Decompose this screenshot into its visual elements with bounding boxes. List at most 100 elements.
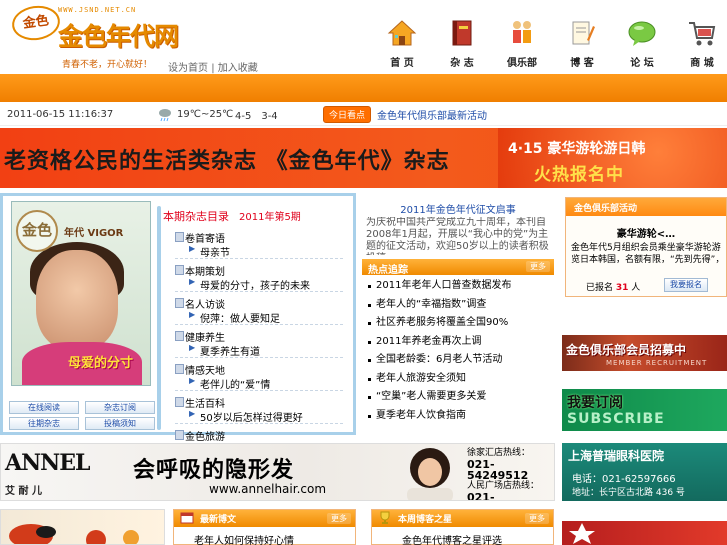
toc-section-title[interactable]: 情感天地: [175, 362, 225, 377]
link-separator: |: [211, 63, 215, 74]
toc-section-title[interactable]: 生活百科: [175, 395, 225, 410]
phone-number: 021-63528095: [467, 491, 495, 501]
wind-level: 4-5 3-4: [235, 111, 278, 122]
blog-star-box: 本周博客之星 更多 金色年代博客之星评选: [371, 509, 554, 545]
register-button[interactable]: 我要报名: [664, 278, 708, 292]
toc-section-title[interactable]: 本期策划: [175, 263, 225, 278]
toc-section: 健康养生 夏季养生有道: [175, 329, 343, 362]
bottom-right-ad[interactable]: [562, 521, 727, 545]
top-banner-ad[interactable]: 老资格公民的生活类杂志 《金色年代》杂志 4·15 豪华游轮游日韩 火热报名中: [0, 128, 727, 188]
toc-article-link[interactable]: 母亲节: [189, 244, 230, 259]
registration-count: 已报名 31 人: [586, 280, 640, 293]
trophy-icon: [380, 511, 390, 524]
eye-hospital-ad[interactable]: 上海普瑞眼科医院 电话：021-62597666 地址：长宁区古北路 436 号: [562, 443, 727, 501]
notice-link[interactable]: 金色年代俱乐部最新活动: [377, 107, 487, 122]
logo-badge[interactable]: 金色: [9, 2, 63, 44]
toc-section-title[interactable]: 名人访谈: [175, 296, 225, 311]
latest-blog-more-button[interactable]: 更多: [327, 513, 351, 524]
read-online-button[interactable]: 在线阅读: [9, 401, 79, 414]
toc-section: 本期策划 母爱的分寸，孩子的未来: [175, 263, 343, 296]
nav-label: 首 页: [390, 58, 414, 69]
blog-star-title: 本周博客之星: [398, 515, 453, 525]
list-item[interactable]: 老年人旅游安全须知: [368, 370, 552, 389]
annel-phones: 徐家汇店热线： 021-54249512 人民广场店热线： 021-635280…: [467, 448, 554, 501]
hospital-phone: 电话：021-62597666: [572, 474, 676, 485]
list-item[interactable]: 2011年养老金再次上调: [368, 333, 552, 352]
list-item[interactable]: “空巢”老人需要更多关爱: [368, 388, 552, 407]
nav-item-blog[interactable]: 博 客: [552, 18, 612, 69]
toc-divider: [175, 390, 343, 391]
toc-article-link[interactable]: 50岁以后怎样过得更好: [189, 409, 303, 424]
toc-article-link[interactable]: 夏季养生有道: [189, 343, 260, 358]
hot-topics-header: 热点追踪 更多: [362, 259, 554, 276]
papercut-art-image[interactable]: [0, 509, 165, 545]
cruise-promo[interactable]: 4·15 豪华游轮游日韩 火热报名中: [498, 128, 727, 188]
annel-brand: ANNEL: [5, 450, 91, 476]
list-item[interactable]: 2011年老年人口普查数据发布: [368, 277, 552, 296]
nav-item-shop[interactable]: 商 城: [672, 18, 727, 69]
list-item[interactable]: 老年人的“幸福指数”调查: [368, 296, 552, 315]
site-logo[interactable]: 金色年代网: [58, 17, 179, 53]
past-issues-button[interactable]: 往期杂志: [9, 417, 79, 430]
nav-item-forum[interactable]: 论 坛: [612, 18, 672, 69]
club-activity-title: 金色俱乐部活动: [574, 204, 638, 214]
annel-hair-ad[interactable]: ANNEL 艾 耐 儿 会呼吸的隐形发 www.annelhair.com 徐家…: [0, 443, 555, 501]
toc-section: 情感天地 老伴儿的“爱”情: [175, 362, 343, 395]
toc-article-link[interactable]: 倪萍：做人要知足: [189, 310, 280, 325]
list-item[interactable]: 金色年代博客之星评选: [402, 532, 502, 545]
magazine-divider: [157, 206, 161, 430]
nav-item-magazine[interactable]: 杂 志: [432, 18, 492, 69]
site-slogan: 青春不老，开心就好！: [62, 60, 153, 70]
subscribe-title: 我要订阅: [567, 395, 623, 411]
toc-section: 生活百科 50岁以后怎样过得更好: [175, 395, 343, 428]
add-favorite-link[interactable]: 加入收藏: [218, 63, 258, 74]
annel-slogan: 会呼吸的隐形发: [133, 458, 295, 483]
recruit-title: 金色俱乐部会员招募中: [566, 343, 687, 357]
hot-topics-title: 热点追踪: [368, 265, 408, 276]
nav-label: 商 城: [690, 58, 714, 69]
nav-item-club[interactable]: 俱乐部: [492, 18, 552, 69]
current-datetime: 2011-06-15 11:16:37: [7, 109, 114, 120]
latest-blog-box: 最新博文 更多 老年人如何保持好心情: [173, 509, 356, 545]
hospital-address: 地址：长宁区古北路 436 号: [572, 488, 685, 498]
blog-star-more-button[interactable]: 更多: [525, 513, 549, 524]
cover-title: 母爱的分寸: [68, 356, 134, 371]
temperature: 19℃~25℃: [177, 109, 234, 120]
list-item[interactable]: 全国老龄委：6月老人节活动: [368, 351, 552, 370]
cover-photo-face: [36, 250, 118, 350]
list-item[interactable]: 社区养老服务将覆盖全国90%: [368, 314, 552, 333]
registered-label: 已报名: [586, 283, 614, 293]
info-bar: 2011-06-15 11:16:37 19℃~25℃ 4-5 3-4 今日看点…: [0, 104, 727, 126]
phone-label: 人民广场店热线：: [467, 481, 540, 491]
list-item[interactable]: 夏季老年人饮食指南: [368, 407, 552, 426]
orange-nav-bar: [0, 74, 727, 102]
featured-article-title[interactable]: 2011年金色年代征文启事: [362, 201, 554, 216]
list-item[interactable]: 老年人如何保持好心情: [194, 532, 294, 545]
pen-icon: [572, 21, 595, 45]
logo-url: WWW.JSND.NET.CN: [58, 6, 137, 14]
toc-article-link[interactable]: 老伴儿的“爱”情: [189, 376, 270, 391]
hot-topics-list: 2011年老年人口普查数据发布 老年人的“幸福指数”调查 社区养老服务将覆盖全国…: [368, 277, 552, 425]
club-activity-subtitle[interactable]: 豪华游轮<…: [566, 225, 726, 240]
toc-section-title[interactable]: 金色旅游: [175, 428, 225, 443]
registered-count: 31: [615, 283, 629, 293]
subscribe-banner[interactable]: 我要订阅 SUBSCRIBE: [562, 389, 727, 431]
cover-vigor: 年代 VIGOR: [64, 228, 124, 239]
cruise-promo-title: 4·15 豪华游轮游日韩: [508, 141, 646, 157]
toc-article-link[interactable]: 母爱的分寸，孩子的未来: [189, 277, 310, 292]
annel-brand-cn: 艾 耐 儿: [5, 486, 42, 497]
phone-number: 021-54249512: [467, 458, 529, 482]
toc-section-title[interactable]: 卷首寄语: [175, 230, 225, 245]
set-homepage-link[interactable]: 设为首页: [168, 63, 208, 74]
subscribe-button[interactable]: 杂志订阅: [85, 401, 155, 414]
toc-section-title[interactable]: 健康养生: [175, 329, 225, 344]
club-activity-header: 金色俱乐部活动: [566, 198, 726, 216]
hot-topics-more-button[interactable]: 更多: [526, 261, 550, 272]
magazine-cover[interactable]: 金色 年代 VIGOR 母爱的分寸: [11, 201, 151, 386]
submission-guide-button[interactable]: 投稿须知: [85, 417, 155, 430]
nav-item-home[interactable]: 首 页: [372, 18, 432, 69]
member-recruit-banner[interactable]: 金色俱乐部会员招募中 MEMBER RECRUITMENT: [562, 335, 727, 371]
table-of-contents: 卷首寄语 母亲节 本期策划 母爱的分寸，孩子的未来 名人访谈 倪萍：做人要知足 …: [175, 230, 343, 461]
annel-url: www.annelhair.com: [209, 482, 327, 496]
banner-title: 老资格公民的生活类杂志 《金色年代》杂志: [4, 148, 450, 174]
